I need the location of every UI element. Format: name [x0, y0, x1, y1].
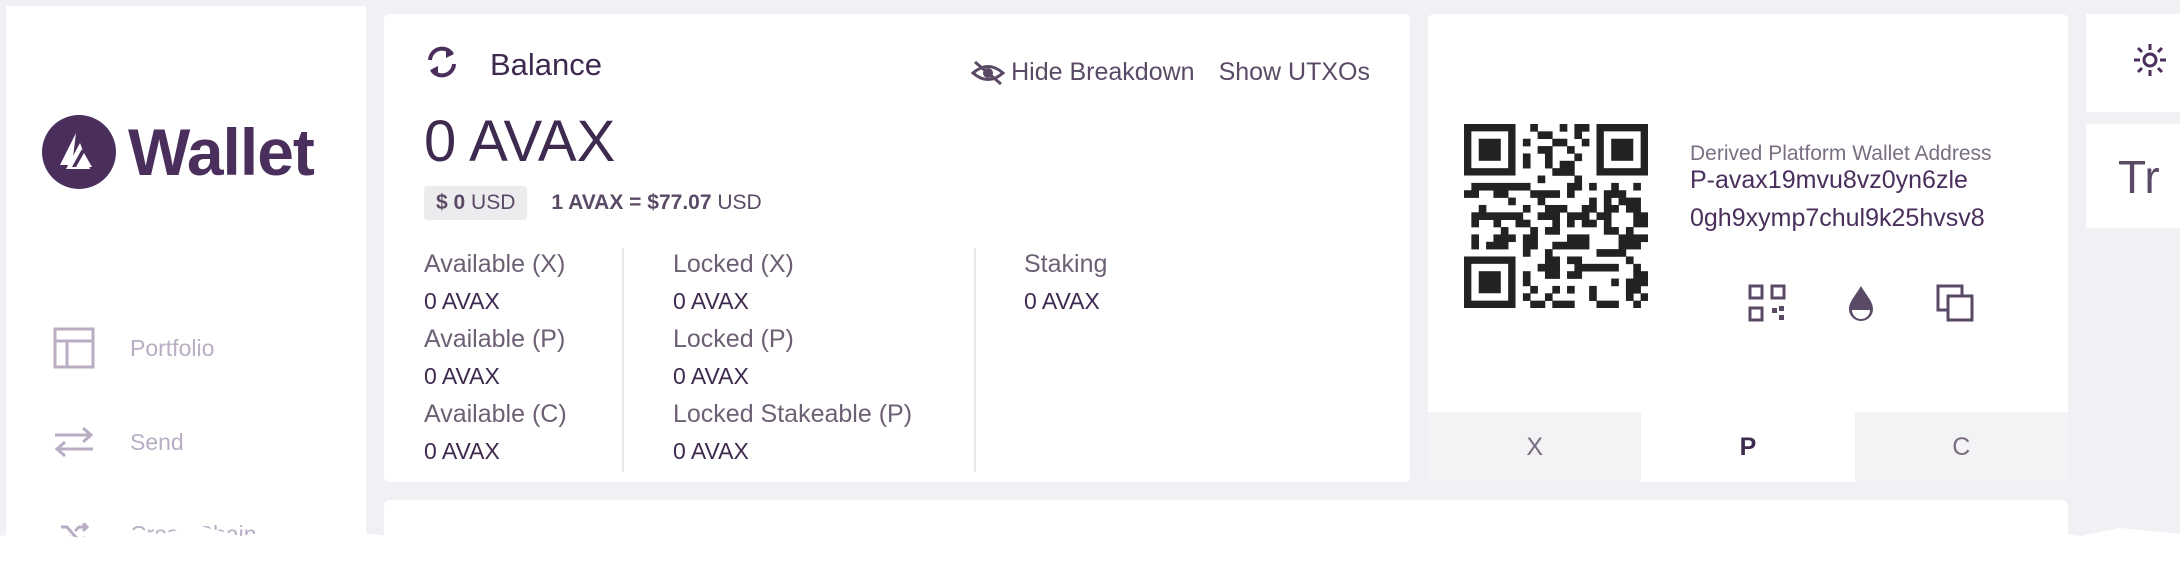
breakdown-value: 0 AVAX: [1024, 288, 1100, 314]
breakdown-label: Locked Stakeable (P): [673, 400, 913, 428]
breakdown-column-available: Available (X) 0 AVAX Available (P) 0 AVA…: [424, 250, 567, 475]
rate-value: $77.07: [647, 191, 712, 214]
exchange-rate: 1 AVAX = $77.07 USD: [551, 191, 761, 215]
portfolio-icon: [52, 326, 96, 370]
breakdown-column-locked: Locked (X) 0 AVAX Locked (P) 0 AVAX Lock…: [673, 250, 912, 475]
balance-amount: 0 AVAX: [424, 109, 616, 174]
wallet-logo[interactable]: Wallet: [42, 114, 315, 190]
rate-unit: USD: [711, 191, 762, 214]
qr-code-icon[interactable]: [1744, 280, 1790, 326]
avalanche-logo-icon: [42, 115, 116, 189]
breakdown-value: 0 AVAX: [424, 288, 500, 314]
breakdown-value: 0 AVAX: [673, 288, 749, 314]
send-icon: [52, 420, 96, 464]
breakdown-value: 0 AVAX: [424, 438, 500, 464]
breakdown-label: Locked (X): [673, 250, 794, 278]
breakdown-label: Staking: [1024, 250, 1108, 278]
hide-breakdown-label: Hide Breakdown: [1011, 58, 1195, 86]
breakdown-value: 0 AVAX: [424, 363, 500, 389]
right-panel-tabs: Tr: [2086, 124, 2180, 228]
usd-unit: USD: [471, 191, 516, 214]
balance-header: Balance: [424, 44, 602, 85]
refresh-icon[interactable]: [424, 44, 460, 85]
copy-icon[interactable]: [1932, 280, 1978, 326]
sidebar-item-label: Portfolio: [130, 334, 215, 361]
rate-prefix: 1 AVAX =: [551, 191, 648, 214]
balance-actions: Hide Breakdown Show UTXOs: [971, 58, 1370, 87]
usd-row: $ 0 USD 1 AVAX = $77.07 USD: [424, 186, 762, 220]
usd-value: $ 0: [436, 191, 466, 214]
tab-chain-p[interactable]: P: [1641, 412, 1855, 482]
hide-breakdown-button[interactable]: Hide Breakdown: [971, 58, 1195, 87]
address-actions: [1744, 280, 1978, 326]
torn-edge-decoration: [0, 526, 2180, 568]
right-panel-top: [2086, 14, 2180, 112]
address-card: Derived Platform Wallet Address P-avax19…: [1428, 14, 2068, 482]
show-utxos-button[interactable]: Show UTXOs: [1219, 58, 1370, 87]
balance-title: Balance: [490, 46, 603, 82]
partial-tab-label[interactable]: Tr: [2118, 150, 2160, 204]
address-title: Derived Platform Wallet Address: [1690, 142, 1992, 165]
sidebar: Wallet Portfolio Send Cross Chain: [6, 6, 366, 566]
settings-icon[interactable]: [2132, 40, 2168, 85]
tab-chain-c[interactable]: C: [1854, 412, 2068, 482]
sidebar-item-portfolio[interactable]: Portfolio: [52, 326, 214, 370]
breakdown-label: Available (X): [424, 250, 566, 278]
column-divider: [622, 248, 624, 472]
sidebar-item-label: Send: [130, 428, 184, 455]
tab-chain-x[interactable]: X: [1428, 412, 1642, 482]
faucet-drop-icon[interactable]: [1838, 280, 1884, 326]
balance-card: Balance Hide Breakdown Show UTXOs 0 AVAX…: [384, 14, 1410, 482]
logo-text: Wallet: [128, 115, 315, 189]
usd-value-badge: $ 0 USD: [424, 186, 528, 220]
breakdown-value: 0 AVAX: [673, 363, 749, 389]
address-line-2[interactable]: 0gh9xymp7chul9k25hvsv8: [1690, 204, 1985, 233]
breakdown-value: 0 AVAX: [673, 438, 749, 464]
column-divider: [974, 248, 976, 472]
qr-code[interactable]: [1464, 124, 1649, 313]
address-line-1[interactable]: P-avax19mvu8vz0yn6zle: [1690, 166, 1968, 195]
breakdown-label: Locked (P): [673, 325, 794, 353]
breakdown-label: Available (C): [424, 400, 567, 428]
sidebar-item-send[interactable]: Send: [52, 420, 184, 464]
breakdown-label: Available (P): [424, 325, 566, 353]
chain-tabs: X P C: [1428, 412, 2068, 482]
breakdown-column-staking: Staking 0 AVAX: [1024, 250, 1107, 325]
